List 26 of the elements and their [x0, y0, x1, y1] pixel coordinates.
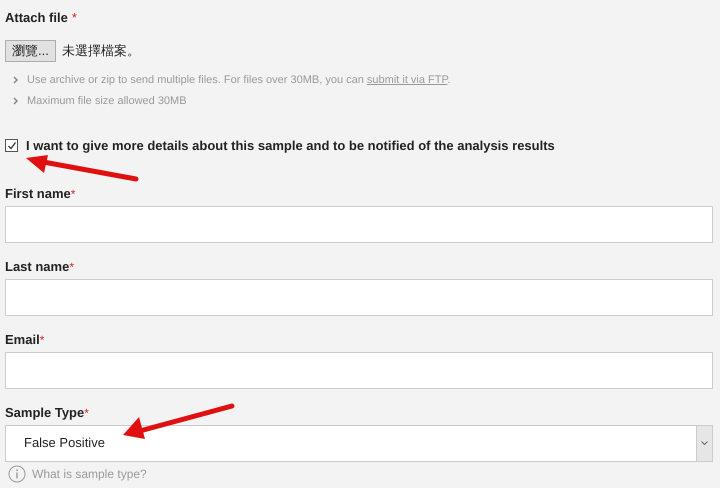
chevron-icon [13, 96, 19, 104]
chevron-icon [13, 76, 19, 84]
text-field[interactable] [5, 278, 713, 316]
text-field[interactable] [5, 206, 713, 242]
hint-text: Use archive or zip to send multiple files. For files over 30MB, you can submit it via FTP. [27, 72, 450, 88]
required-mark: * [84, 404, 89, 422]
field-label: Last name [5, 258, 70, 276]
field-label: First name [5, 184, 71, 202]
field-label: Attach file [5, 9, 68, 27]
required-mark: * [72, 9, 77, 27]
dropdown-button[interactable] [696, 426, 712, 460]
required-mark: * [69, 258, 74, 276]
required-mark: * [70, 186, 76, 202]
select-value: False Positive [23, 434, 106, 452]
checkbox[interactable] [5, 139, 18, 152]
info-icon [8, 464, 26, 482]
file-status: 未選擇檔案。 [62, 42, 140, 60]
field-label: Sample Type [5, 404, 84, 422]
required-mark: * [40, 332, 44, 348]
select-field[interactable]: False Positive [5, 424, 713, 462]
field-label: Email [5, 330, 40, 348]
checkbox-label: I want to give more details about this sample and to be notified of the analysis results [26, 136, 555, 154]
text-field[interactable] [5, 352, 713, 388]
hint-text: Maximum file size allowed 30MB [27, 94, 187, 108]
browse-button[interactable]: 瀏覽... [5, 40, 56, 62]
caret-icon [701, 440, 708, 446]
